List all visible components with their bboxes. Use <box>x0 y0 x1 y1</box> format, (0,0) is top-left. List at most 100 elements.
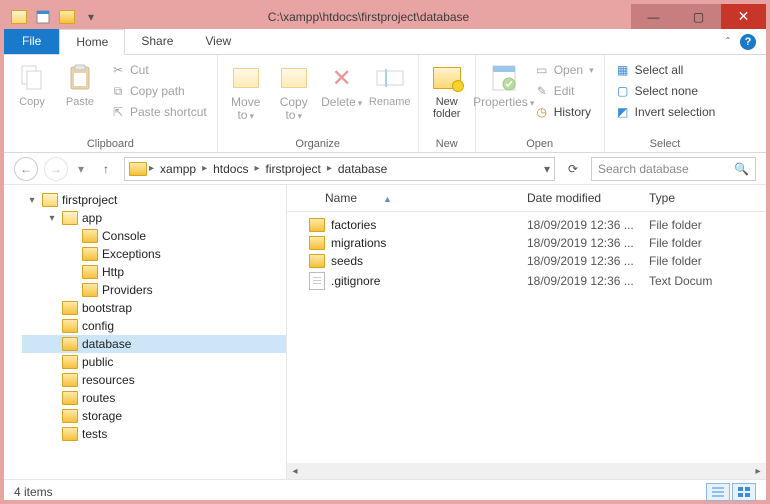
help-icon[interactable]: ? <box>740 34 756 50</box>
invertselection-button[interactable]: ◩Invert selection <box>611 102 720 122</box>
list-row[interactable]: .gitignore18/09/2019 12:36 ...Text Docum <box>287 270 766 292</box>
edit-button[interactable]: ✎Edit <box>530 81 598 101</box>
nav-tree[interactable]: ▾firstproject▾appConsoleExceptionsHttpPr… <box>4 185 287 479</box>
copyto-button[interactable]: Copy to▾ <box>272 58 316 136</box>
minimize-button[interactable]: — <box>631 4 676 29</box>
expand-icon[interactable]: ▾ <box>46 213 58 224</box>
properties-button[interactable]: Properties▾ <box>482 58 526 136</box>
tree-item-label: resources <box>82 373 135 387</box>
group-clipboard: Copy Paste ✂Cut ⧉Copy path ⇱Paste shortc… <box>4 55 218 152</box>
qat-properties-icon[interactable] <box>32 6 54 28</box>
edit-icon: ✎ <box>534 83 550 99</box>
cut-button[interactable]: ✂Cut <box>106 60 211 80</box>
item-name: migrations <box>331 236 386 250</box>
crumb[interactable]: firstproject <box>261 162 324 176</box>
selectnone-icon: ▢ <box>615 83 631 99</box>
maximize-button[interactable]: ▢ <box>676 4 721 29</box>
folder-icon <box>62 211 78 225</box>
tree-item-label: Exceptions <box>102 247 161 261</box>
tree-item[interactable]: bootstrap <box>22 299 286 317</box>
forward-button[interactable]: → <box>44 157 68 181</box>
tree-item[interactable]: storage <box>22 407 286 425</box>
breadcrumb[interactable]: ▸ xampp▸ htdocs▸ firstproject▸ database … <box>124 157 555 181</box>
list-row[interactable]: migrations18/09/2019 12:36 ...File folde… <box>287 234 766 252</box>
tree-item-label: app <box>82 211 102 225</box>
tab-file[interactable]: File <box>4 29 59 54</box>
tab-home[interactable]: Home <box>59 29 125 55</box>
details-view-button[interactable] <box>706 483 730 501</box>
qat-newfolder-icon[interactable] <box>56 6 78 28</box>
list-row[interactable]: seeds18/09/2019 12:36 ...File folder <box>287 252 766 270</box>
address-dropdown-icon[interactable]: ▾ <box>544 162 550 176</box>
tree-item[interactable]: config <box>22 317 286 335</box>
tree-item-label: public <box>82 355 113 369</box>
list-row[interactable]: factories18/09/2019 12:36 ...File folder <box>287 216 766 234</box>
item-name: factories <box>331 218 376 232</box>
tab-view[interactable]: View <box>189 29 247 54</box>
rename-button[interactable]: Rename <box>368 58 412 136</box>
tree-item[interactable]: ▾firstproject <box>22 191 286 209</box>
tree-item-label: routes <box>82 391 115 405</box>
pasteshortcut-button[interactable]: ⇱Paste shortcut <box>106 102 211 122</box>
folder-icon <box>62 355 78 369</box>
copy-button[interactable]: Copy <box>10 58 54 136</box>
refresh-button[interactable]: ⟳ <box>561 157 585 181</box>
item-name: seeds <box>331 254 363 268</box>
copy-icon <box>16 62 48 94</box>
tree-item[interactable]: Exceptions <box>22 245 286 263</box>
item-type: File folder <box>649 254 766 268</box>
history-button[interactable]: ◷History <box>530 102 598 122</box>
shortcut-icon: ⇱ <box>110 104 126 120</box>
group-new: New folder New <box>419 55 476 152</box>
tree-item[interactable]: Providers <box>22 281 286 299</box>
column-headers[interactable]: Name▲ Date modified Type <box>287 185 766 212</box>
newfolder-icon <box>431 62 463 94</box>
tree-item[interactable]: tests <box>22 425 286 443</box>
item-date: 18/09/2019 12:36 ... <box>527 236 649 250</box>
selectnone-button[interactable]: ▢Select none <box>611 81 720 101</box>
crumb[interactable]: xampp <box>156 162 200 176</box>
paste-button[interactable]: Paste <box>58 58 102 136</box>
crumb[interactable]: htdocs <box>209 162 252 176</box>
search-input[interactable]: Search database 🔍 <box>591 157 756 181</box>
group-select: ▦Select all ▢Select none ◩Invert selecti… <box>605 55 726 152</box>
invert-icon: ◩ <box>615 104 631 120</box>
content-area: ▾firstproject▾appConsoleExceptionsHttpPr… <box>4 185 766 479</box>
window-title: C:\xampp\htdocs\firstproject\database <box>106 10 631 24</box>
tree-item[interactable]: routes <box>22 389 286 407</box>
open-button[interactable]: ▭Open▾ <box>530 60 598 80</box>
newfolder-button[interactable]: New folder <box>425 58 469 136</box>
tree-item[interactable]: public <box>22 353 286 371</box>
tree-item[interactable]: Http <box>22 263 286 281</box>
col-date[interactable]: Date modified <box>527 191 649 205</box>
tree-item[interactable]: ▾ app <box>22 209 286 227</box>
recent-locations-button[interactable]: ▾ <box>74 157 88 181</box>
moveto-button[interactable]: Move to▾ <box>224 58 268 136</box>
tab-share[interactable]: Share <box>125 29 189 54</box>
expand-icon[interactable]: ▾ <box>26 195 38 206</box>
tree-item[interactable]: database <box>22 335 286 353</box>
qat-dropdown-icon[interactable]: ▾ <box>80 6 102 28</box>
close-button[interactable]: ✕ <box>721 4 766 29</box>
folder-icon <box>309 236 325 250</box>
ribbon-tabs: File Home Share View ˆ ? <box>4 29 766 55</box>
list-body[interactable]: factories18/09/2019 12:36 ...File folder… <box>287 212 766 463</box>
tree-item[interactable]: resources <box>22 371 286 389</box>
col-name[interactable]: Name▲ <box>295 191 527 205</box>
horizontal-scrollbar[interactable]: ◂▸ <box>287 463 766 479</box>
tree-item-label: Console <box>102 229 146 243</box>
delete-button[interactable]: ✕Delete▾ <box>320 58 364 136</box>
status-bar: 4 items <box>4 479 766 503</box>
copyto-icon <box>278 62 310 94</box>
copypath-button[interactable]: ⧉Copy path <box>106 81 211 101</box>
tree-item[interactable]: Console <box>22 227 286 245</box>
item-date: 18/09/2019 12:36 ... <box>527 274 649 288</box>
copypath-icon: ⧉ <box>110 83 126 99</box>
collapse-ribbon-icon[interactable]: ˆ <box>726 35 730 49</box>
selectall-button[interactable]: ▦Select all <box>611 60 720 80</box>
col-type[interactable]: Type <box>649 191 766 205</box>
up-button[interactable]: ↑ <box>94 157 118 181</box>
thumbnails-view-button[interactable] <box>732 483 756 501</box>
back-button[interactable]: ← <box>14 157 38 181</box>
crumb[interactable]: database <box>334 162 391 176</box>
